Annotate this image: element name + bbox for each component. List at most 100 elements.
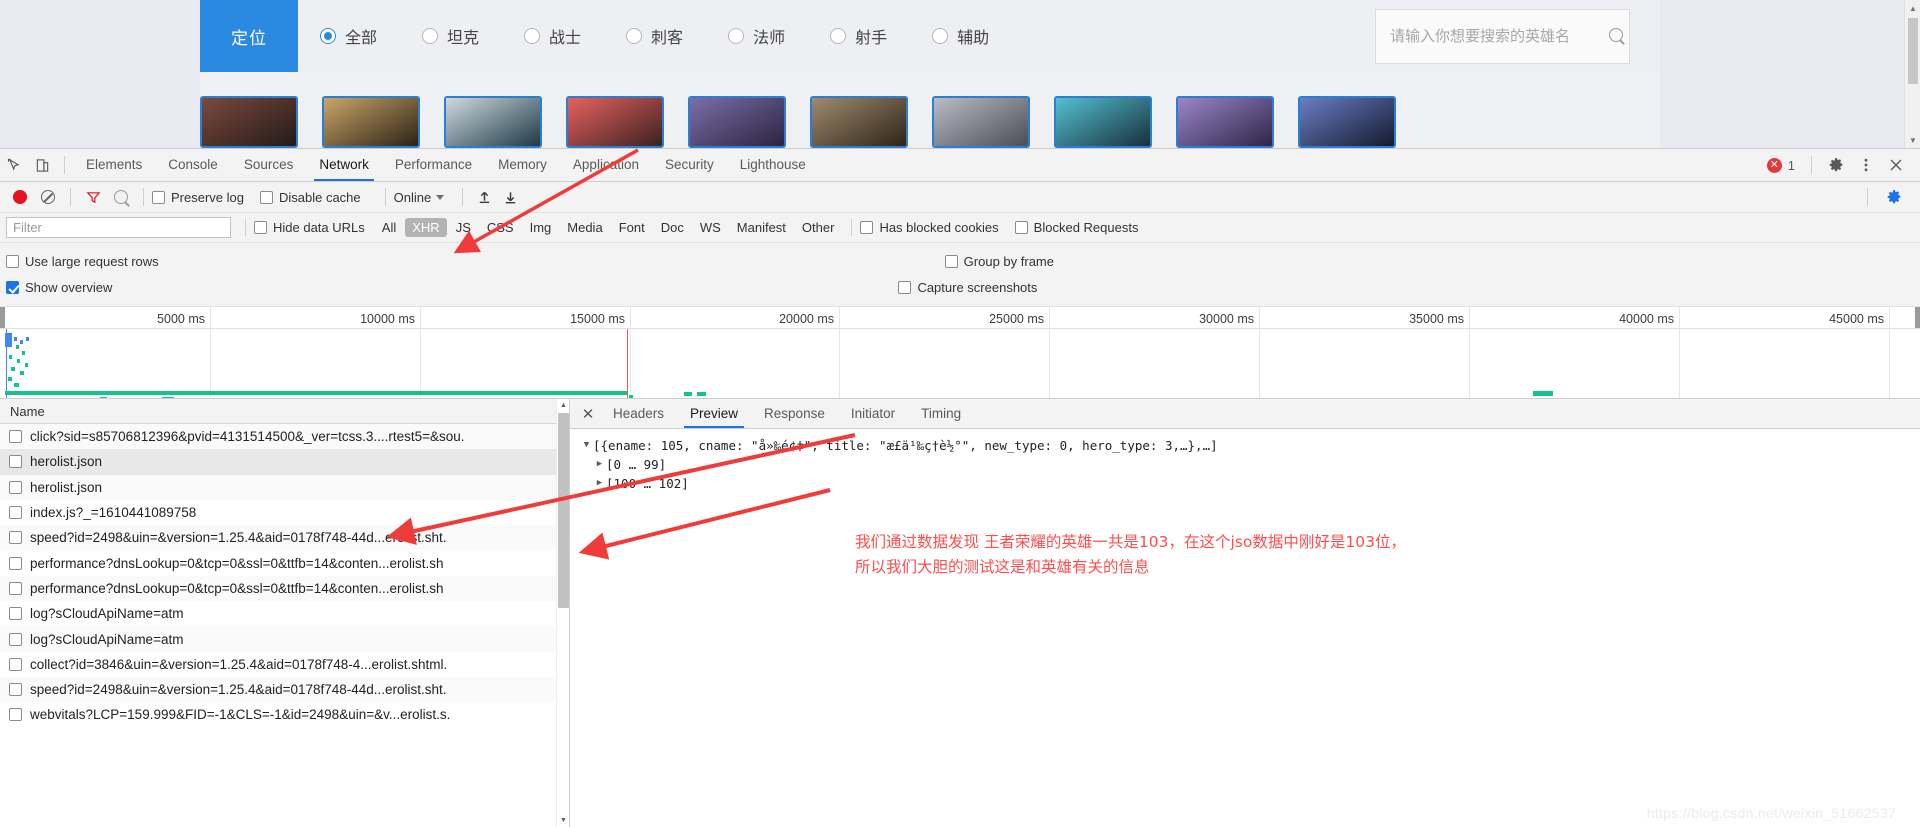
hero-type-radio-1[interactable]: 坦克 [422,24,479,48]
type-chip-doc[interactable]: Doc [654,218,691,237]
type-chip-media[interactable]: Media [560,218,609,237]
checkbox-icon[interactable] [9,581,22,595]
checkbox-icon[interactable] [9,531,22,545]
scroll-up-icon[interactable]: ▲ [557,399,570,412]
inspect-element-icon[interactable] [0,152,28,178]
type-chip-css[interactable]: CSS [480,218,521,237]
detail-tab-headers[interactable]: Headers [600,399,677,428]
page-scrollbar[interactable]: ▲ ▼ [1904,0,1920,148]
hero-card-7[interactable] [1054,96,1152,148]
json-root-line[interactable]: ▼ [{ename: 105, cname: "å»‰é¢‡", title: … [580,436,1920,455]
request-row[interactable]: speed?id=2498&uin=&version=1.25.4&aid=01… [0,525,569,551]
checkbox-icon[interactable] [9,455,22,469]
tab-lighthouse[interactable]: Lighthouse [727,149,819,181]
hero-type-radio-6[interactable]: 辅助 [932,24,989,48]
detail-tab-timing[interactable]: Timing [908,399,974,428]
tab-security[interactable]: Security [652,149,727,181]
checkbox-icon[interactable] [9,683,22,697]
tab-console[interactable]: Console [155,149,231,181]
throttling-dropdown[interactable]: Online [394,190,445,205]
checkbox-icon[interactable] [9,708,22,722]
request-row[interactable]: performance?dnsLookup=0&tcp=0&ssl=0&ttfb… [0,575,569,602]
detail-tab-preview[interactable]: Preview [677,399,751,428]
disable-cache-checkbox[interactable]: Disable cache [259,190,361,205]
close-devtools-icon[interactable] [1882,152,1910,178]
tab-performance[interactable]: Performance [382,149,485,181]
hero-type-radio-0[interactable]: 全部 [320,24,377,48]
request-row[interactable]: performance?dnsLookup=0&tcp=0&ssl=0&ttfb… [0,550,569,575]
gear-icon[interactable] [1822,152,1850,178]
overview-right-handle[interactable] [1915,307,1920,328]
overview-left-handle[interactable] [0,307,5,328]
hero-card-2[interactable] [444,96,542,148]
hero-search-input[interactable] [1376,9,1603,63]
capture-screenshots-checkbox[interactable]: Capture screenshots [898,280,1037,295]
more-options-icon[interactable] [1852,152,1880,178]
request-list-scrollbar[interactable]: ▲ ▼ [556,399,569,827]
request-list[interactable]: click?sid=s85706812396&pvid=4131514500&_… [0,424,569,827]
tab-elements[interactable]: Elements [73,149,155,181]
hero-card-1[interactable] [322,96,420,148]
checkbox-icon[interactable] [9,556,22,570]
hero-card-8[interactable] [1176,96,1274,148]
hero-card-0[interactable] [200,96,298,148]
type-chip-img[interactable]: Img [523,218,559,237]
request-scroll-thumb[interactable] [558,413,569,608]
tab-memory[interactable]: Memory [485,149,560,181]
request-row[interactable]: log?sCloudApiName=atm [0,626,569,652]
detail-tab-initiator[interactable]: Initiator [838,399,908,428]
checkbox-icon[interactable] [9,607,22,621]
request-row[interactable]: index.js?_=1610441089758 [0,500,569,525]
hero-card-4[interactable] [688,96,786,148]
group-by-frame-checkbox[interactable]: Group by frame [944,254,1054,269]
type-chip-js[interactable]: JS [449,218,478,237]
expand-triangle-icon[interactable]: ▼ [580,436,593,455]
use-large-request-rows-checkbox[interactable]: Use large request rows [6,254,159,269]
hero-type-radio-3[interactable]: 刺客 [626,24,683,48]
show-overview-checkbox[interactable]: Show overview [6,280,112,295]
hero-card-6[interactable] [932,96,1030,148]
checkbox-icon[interactable] [9,430,22,444]
request-row[interactable]: collect?id=3846&uin=&version=1.25.4&aid=… [0,652,569,677]
scroll-down-icon[interactable]: ▼ [557,814,570,827]
scroll-up-icon[interactable]: ▲ [1905,0,1920,16]
request-row[interactable]: herolist.json [0,449,569,475]
hero-type-radio-5[interactable]: 射手 [830,24,887,48]
request-row[interactable]: click?sid=s85706812396&pvid=4131514500&_… [0,424,569,450]
clear-button[interactable] [34,184,62,210]
hide-data-urls-checkbox[interactable]: Hide data URLs [254,220,365,235]
tab-application[interactable]: Application [560,149,652,181]
collapse-triangle-icon[interactable]: ▶ [593,474,606,493]
type-chip-xhr[interactable]: XHR [405,218,447,237]
hero-card-9[interactable] [1298,96,1396,148]
request-row[interactable]: log?sCloudApiName=atm [0,601,569,626]
detail-tab-response[interactable]: Response [751,399,838,428]
toggle-device-toolbar-icon[interactable] [28,152,56,178]
type-chip-other[interactable]: Other [795,218,842,237]
json-array-node-0[interactable]: ▶ [0 … 99] [593,455,1920,474]
checkbox-icon[interactable] [9,632,22,646]
page-scroll-thumb[interactable] [1908,18,1918,84]
request-row[interactable]: webvitals?LCP=159.999&FID=-1&CLS=-1&id=2… [0,702,569,727]
search-requests-button[interactable] [107,184,135,210]
request-row[interactable]: herolist.json [0,474,569,500]
checkbox-icon[interactable] [9,657,22,671]
network-overview-timeline[interactable]: 5000 ms 10000 ms 15000 ms 20000 ms 25000 ms 3… [0,307,1920,399]
hero-card-3[interactable] [566,96,664,148]
hero-card-5[interactable] [810,96,908,148]
type-chip-font[interactable]: Font [612,218,652,237]
network-settings-gear-icon[interactable] [1880,184,1908,210]
request-row[interactable]: speed?id=2498&uin=&version=1.25.4&aid=01… [0,676,569,703]
hero-search-box[interactable] [1375,8,1630,64]
json-array-node-1[interactable]: ▶ [100 … 102] [593,474,1920,493]
close-detail-icon[interactable]: ✕ [576,402,600,426]
hero-type-radio-2[interactable]: 战士 [524,24,581,48]
filter-toggle-button[interactable] [79,184,107,210]
import-har-button[interactable] [471,184,497,210]
type-chip-all[interactable]: All [375,218,403,237]
collapse-triangle-icon[interactable]: ▶ [593,455,606,474]
record-button[interactable] [6,184,34,210]
error-badge[interactable]: ✕ 1 [1766,157,1795,173]
checkbox-icon[interactable] [9,506,22,520]
tab-sources[interactable]: Sources [231,149,307,181]
